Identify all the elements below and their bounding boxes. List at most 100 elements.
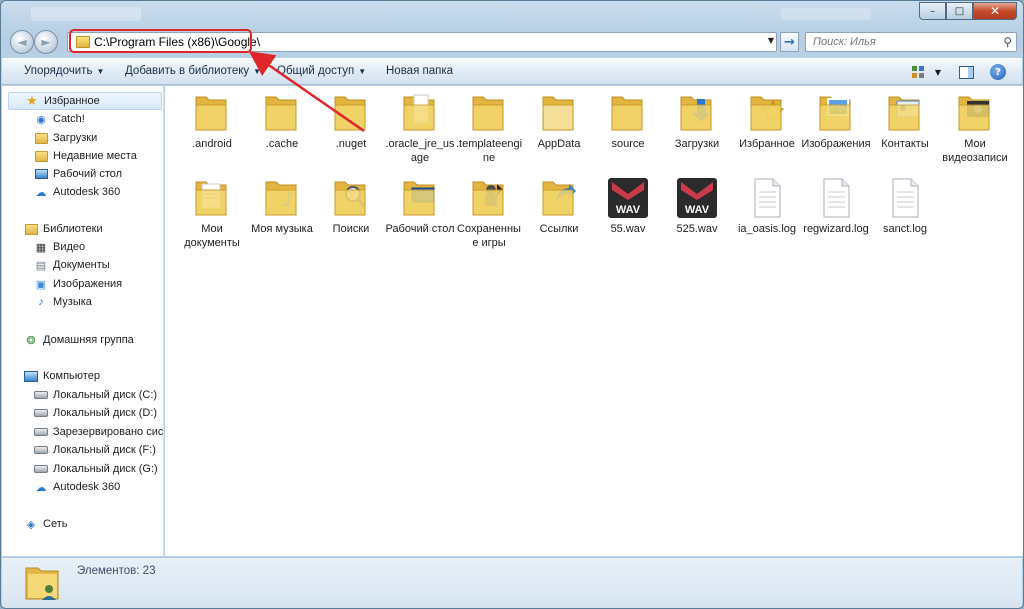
sidebar-item-catch[interactable]: ◉ Catch! [34, 110, 85, 128]
arrow-right-icon: → [784, 34, 795, 50]
file-name: Рабочий стол [385, 223, 455, 235]
sidebar-item-computer[interactable]: Компьютер [24, 367, 100, 385]
folder-icon [606, 91, 650, 135]
command-bar: Упорядочить ▼ Добавить в библиотеку ▼ Общи… [2, 58, 1022, 85]
file-item[interactable]: .oracle_jre_usage [385, 91, 455, 165]
title-blur [31, 7, 141, 21]
cloud-icon: ☁ [35, 186, 47, 199]
organize-button[interactable]: Упорядочить ▼ [24, 65, 104, 77]
forward-button[interactable]: ► [34, 30, 58, 54]
close-button[interactable]: ✕ [973, 2, 1017, 20]
sidebar-item-favorites[interactable]: ★ Избранное [8, 92, 162, 110]
folder-icon [883, 91, 927, 135]
recent-places-icon [34, 149, 48, 163]
file-item[interactable]: ia_oasis.log [734, 176, 800, 236]
sidebar-item-music[interactable]: ♪ Музыка [34, 293, 92, 311]
sidebar-item-pictures[interactable]: ▣ Изображения [34, 275, 122, 293]
explorer-window: – □ ✕ ◄ ► C:\Program Files (x86)\Google\… [0, 0, 1024, 609]
folder-icon [467, 176, 511, 220]
file-item[interactable]: .templateengine [456, 91, 522, 165]
file-item[interactable]: Мои видеозаписи [942, 91, 1008, 165]
library-icon [24, 222, 38, 236]
file-item[interactable]: .cache [249, 91, 315, 151]
sidebar-item-homegroup[interactable]: ❂ Домашняя группа [24, 331, 133, 349]
add-to-library-button[interactable]: Добавить в библиотеку ▼ [125, 65, 261, 77]
go-button[interactable]: → [780, 32, 799, 52]
file-item[interactable]: Поиски [318, 176, 384, 236]
sidebar-item-downloads[interactable]: Загрузки [34, 129, 97, 147]
chevron-down-icon: ▼ [96, 67, 105, 76]
file-item[interactable]: .android [179, 91, 245, 151]
file-item[interactable]: WAV 55.wav [595, 176, 661, 236]
preview-pane-icon[interactable] [958, 64, 974, 80]
file-item[interactable]: Изображения [801, 91, 871, 151]
file-item[interactable]: Рабочий стол [385, 176, 455, 236]
search-icon[interactable]: ⚲ [1003, 35, 1012, 49]
minimize-button[interactable]: – [919, 2, 946, 20]
file-item[interactable]: WAV 525.wav [664, 176, 730, 236]
star-icon: ★ [26, 93, 38, 108]
folder-icon: ♪ [260, 176, 304, 220]
sidebar-item-documents[interactable]: ▤ Документы [34, 256, 110, 274]
search-input[interactable] [813, 36, 993, 48]
file-item[interactable]: Сохраненные игры [456, 176, 522, 250]
sidebar-item-libraries[interactable]: Библиотеки [24, 220, 103, 238]
file-name: Ссылки [539, 223, 579, 235]
sidebar-item-reserved[interactable]: Зарезервировано системой [34, 423, 163, 441]
file-name: Изображения [801, 138, 871, 150]
file-item[interactable]: Загрузки [664, 91, 730, 151]
sidebar-item-video[interactable]: ▦ Видео [34, 238, 85, 256]
chevron-down-icon[interactable]: ▼ [930, 64, 946, 80]
sidebar-item-drive-d[interactable]: Локальный диск (D:) [34, 404, 157, 422]
title-bar[interactable]: – □ ✕ [1, 1, 1023, 29]
file-name: AppData [537, 138, 581, 150]
back-button[interactable]: ◄ [10, 30, 34, 54]
file-item[interactable]: ♪ Моя музыка [249, 176, 315, 236]
file-name: source [611, 138, 645, 150]
sidebar-item-drive-g[interactable]: Локальный диск (G:) [34, 460, 158, 478]
search-box[interactable]: ⚲ [805, 32, 1017, 52]
help-icon[interactable]: ? [990, 64, 1006, 80]
share-button[interactable]: Общий доступ ▼ [277, 65, 366, 77]
user-folder-icon [25, 567, 59, 600]
sidebar-item-autodesk-360-computer[interactable]: ☁ Autodesk 360 [34, 478, 121, 496]
file-list: .android .cache .nuget .oracle_jre_usage .te… [165, 86, 1023, 556]
view-options-icon[interactable] [910, 64, 926, 80]
file-item[interactable]: regwizard.log [803, 176, 869, 236]
file-item[interactable]: .nuget [318, 91, 384, 151]
file-name: Избранное [739, 138, 795, 150]
folder-icon [675, 91, 719, 135]
folder-icon [537, 91, 581, 135]
network-icon: ◈ [26, 518, 36, 531]
desktop-icon [34, 167, 48, 181]
file-item[interactable]: Ссылки [526, 176, 592, 236]
file-item[interactable]: Избранное [734, 91, 800, 151]
catch-icon: ◉ [36, 113, 46, 126]
file-item[interactable]: Мои документы [179, 176, 245, 250]
log-file-icon [883, 176, 927, 220]
file-item[interactable]: sanct.log [872, 176, 938, 236]
wav-file-icon: WAV [606, 176, 650, 220]
sidebar-item-recent-places[interactable]: Недавние места [34, 147, 137, 165]
sidebar-item-network[interactable]: ◈ Сеть [24, 515, 68, 533]
file-name: regwizard.log [803, 223, 869, 235]
video-icon: ▦ [35, 241, 47, 254]
folder-icon [953, 91, 997, 135]
sidebar-item-autodesk-360[interactable]: ☁ Autodesk 360 [34, 183, 121, 201]
folder-icon [398, 91, 442, 135]
sidebar-item-desktop[interactable]: Рабочий стол [34, 165, 122, 183]
folder-icon [190, 91, 234, 135]
file-name: Сохраненные игры [457, 223, 521, 249]
maximize-button[interactable]: □ [946, 2, 973, 20]
sidebar-item-drive-f[interactable]: Локальный диск (F:) [34, 441, 156, 459]
sidebar-item-drive-c[interactable]: Локальный диск (C:) [34, 386, 157, 404]
folder-icon [537, 176, 581, 220]
file-item[interactable]: Контакты [872, 91, 938, 151]
status-bar: Элементов: 23 [2, 557, 1022, 608]
new-folder-button[interactable]: Новая папка [386, 65, 453, 77]
file-item[interactable]: source [595, 91, 661, 151]
file-item[interactable]: AppData [526, 91, 592, 151]
file-name: Поиски [332, 223, 370, 235]
chevron-down-icon[interactable]: ▼ [768, 36, 774, 45]
drive-icon [34, 425, 48, 439]
